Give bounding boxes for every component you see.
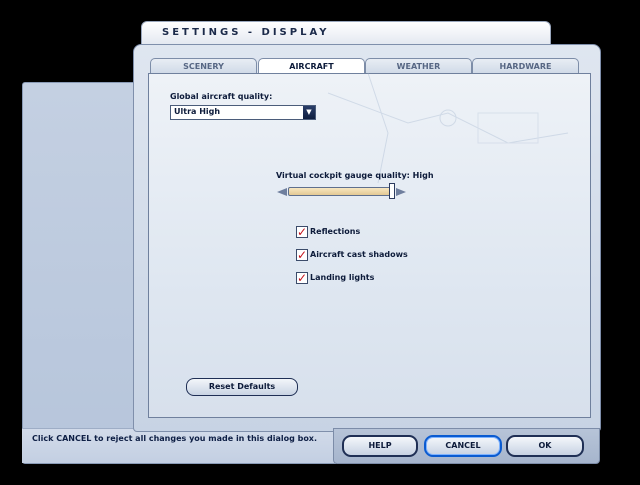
help-button[interactable]: HELP	[342, 435, 418, 457]
tab-strip: SCENERY AIRCRAFT WEATHER HARDWARE	[150, 58, 580, 75]
cancel-button[interactable]: CANCEL	[424, 435, 502, 457]
tab-content-aircraft	[148, 73, 591, 418]
cast-shadows-checkbox[interactable]: ✓	[296, 249, 308, 261]
window-title: SETTINGS - DISPLAY	[162, 27, 330, 38]
global-quality-value: Ultra High	[174, 107, 221, 116]
slider-left-arrow-icon[interactable]	[277, 188, 287, 196]
landing-lights-checkbox[interactable]: ✓	[296, 272, 308, 284]
landing-lights-label: Landing lights	[310, 273, 375, 282]
gauge-quality-slider[interactable]	[288, 187, 394, 196]
reflections-checkbox[interactable]: ✓	[296, 226, 308, 238]
slider-right-arrow-icon[interactable]	[396, 188, 406, 196]
reflections-label: Reflections	[310, 227, 361, 236]
global-quality-label: Global aircraft quality:	[170, 92, 273, 101]
reset-defaults-button[interactable]: Reset Defaults	[186, 378, 298, 396]
chevron-down-icon[interactable]: ▼	[303, 106, 315, 119]
tab-weather[interactable]: WEATHER	[365, 58, 472, 74]
tab-hardware[interactable]: HARDWARE	[472, 58, 579, 74]
gauge-quality-label: Virtual cockpit gauge quality: High	[276, 171, 434, 180]
global-quality-select[interactable]: Ultra High ▼	[170, 105, 316, 120]
tab-scenery[interactable]: SCENERY	[150, 58, 257, 74]
slider-thumb[interactable]	[389, 183, 395, 199]
ok-button[interactable]: OK	[506, 435, 584, 457]
title-bar: SETTINGS - DISPLAY	[141, 21, 551, 45]
info-text: Click CANCEL to reject all changes you m…	[32, 434, 318, 443]
cast-shadows-label: Aircraft cast shadows	[310, 250, 408, 259]
